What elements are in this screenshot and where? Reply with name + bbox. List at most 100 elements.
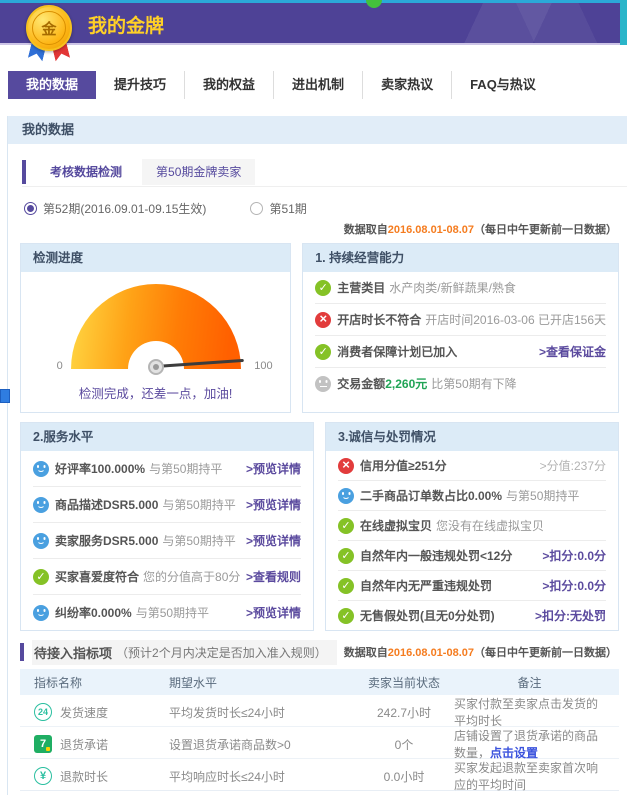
item-desc: 开店时间2016-03-06 已开店156天: [425, 311, 606, 328]
cross-icon: [315, 312, 331, 328]
panels-row-1: 检测进度 0 100 检测完成，还差一点，加油! 1. 持续经营能力 主营类目: [20, 243, 619, 413]
tab-my-rights[interactable]: 我的权益: [185, 71, 274, 99]
preview-detail-link[interactable]: >预览详情: [246, 460, 301, 477]
item-main-category: 主营类目 水产肉类/新鲜蔬果/熟食: [315, 272, 606, 304]
tab-entry-exit[interactable]: 进出机制: [274, 71, 363, 99]
item-counterfeit-penalty: 无售假处罚(且无0分处罚) >扣分:无处罚: [338, 601, 606, 630]
period-52-radio[interactable]: 第52期(2016.09.01-09.15生效): [24, 200, 206, 217]
item-desc: 与第50期持平: [136, 604, 209, 621]
item-severe-violation: 自然年内无严重违规处罚 >扣分:0.0分: [338, 571, 606, 601]
period-51-radio[interactable]: 第51期: [250, 200, 306, 217]
tab-seller-discussion[interactable]: 卖家热议: [363, 71, 452, 99]
data-note-date: 2016.08.01-08.07: [388, 647, 474, 659]
item-shop-age: 开店时长不符合 开店时间2016-03-06 已开店156天: [315, 304, 606, 336]
remark: 买家付款至卖家点击发货的平均时长: [454, 695, 605, 729]
gauge-caption: 检测完成，还差一点，加油!: [21, 383, 290, 402]
page-title: 我的金牌: [88, 11, 164, 38]
item-title: 在线虚拟宝贝: [360, 517, 432, 534]
table-row-shipping-speed: 24 发货速度 平均发货时长≤24小时 242.7小时 买家付款至卖家点击发货的…: [20, 695, 619, 727]
col-header-indicator-name: 指标名称: [34, 674, 169, 691]
item-general-violation: 自然年内一般违规处罚<12分 >扣分:0.0分: [338, 541, 606, 571]
pending-indicators-header: 待接入指标项 （预计2个月内决定是否加入准入规则） 数据取自2016.08.01…: [20, 641, 617, 663]
clock-24-icon: 24: [34, 703, 52, 721]
data-source-note: 数据取自2016.08.01-08.07（每日中午更新前一日数据）: [8, 221, 627, 237]
item-title: 买家喜爱度符合: [55, 568, 139, 585]
transaction-amount-value: 2,260元: [385, 375, 427, 392]
item-title: 消费者保障计划已加入: [337, 343, 457, 360]
col-header-remark: 备注: [454, 674, 605, 691]
table-header-row: 指标名称 期望水平 卖家当前状态 备注: [20, 669, 619, 695]
item-credit-score: 信用分值≥251分 >分值:237分: [338, 451, 606, 481]
tab-improve-skills[interactable]: 提升技巧: [96, 71, 185, 99]
check-icon: [33, 569, 49, 585]
table-row-refund-duration: ¥ 退款时长 平均响应时长≤24小时 0.0小时 买家发起退款至卖家首次响应的平…: [20, 759, 619, 790]
subtab-accent-bar: [22, 160, 26, 184]
item-desc: 您没有在线虚拟宝贝: [436, 517, 544, 534]
item-seller-service-dsr: 卖家服务DSR5.000 与第50期持平 >预览详情: [33, 523, 301, 559]
page-banner: 我的金牌: [0, 0, 627, 45]
view-rules-link[interactable]: >查看规则: [246, 568, 301, 585]
panel-service-level: 2.服务水平 好评率100.000% 与第50期持平 >预览详情 商品描述DSR…: [20, 422, 314, 631]
side-scroll-handle[interactable]: [0, 389, 10, 403]
item-desc: 您的分值高于80分: [143, 568, 240, 585]
smile-icon: [338, 488, 354, 504]
seven-day-return-icon: 7: [34, 735, 52, 753]
item-title: 卖家服务DSR5.000: [55, 532, 158, 549]
panel-integrity-penalty: 3.诚信与处罚情况 信用分值≥251分 >分值:237分 二手商品订单数占比0.…: [325, 422, 619, 631]
item-title: 信用分值≥251分: [360, 457, 447, 474]
pending-title: 待接入指标项: [34, 643, 112, 662]
tab-my-data[interactable]: 我的数据: [8, 71, 96, 99]
preview-detail-link[interactable]: >预览详情: [246, 604, 301, 621]
indicator-name: 发货速度: [60, 704, 108, 721]
check-icon: [338, 608, 354, 624]
top-cyan-strip: [0, 0, 627, 3]
check-icon: [315, 344, 331, 360]
nav-tabs: 我的数据 提升技巧 我的权益 进出机制 卖家热议 FAQ与热议: [8, 71, 627, 99]
item-title: 无售假处罚(且无0分处罚): [360, 607, 495, 624]
item-title: 开店时长不符合: [337, 311, 421, 328]
gauge-min-label: 0: [57, 360, 63, 372]
item-secondhand-ratio: 二手商品订单数占比0.00% 与第50期持平: [338, 481, 606, 511]
click-to-set-link[interactable]: 点击设置: [490, 746, 538, 760]
gauge-area: 0 100 检测完成，还差一点，加油!: [21, 272, 290, 412]
radio-unselected-icon[interactable]: [250, 202, 263, 215]
period-selector: 第52期(2016.09.01-09.15生效) 第51期: [24, 199, 627, 217]
refund-yuan-icon: ¥: [34, 767, 52, 785]
deduction-link[interactable]: >扣分:0.0分: [542, 547, 606, 564]
smile-icon: [33, 605, 49, 621]
banner-decoration: [507, 3, 627, 43]
gold-medal-icon: 金: [22, 5, 76, 63]
tab-faq[interactable]: FAQ与热议: [452, 71, 554, 99]
preview-detail-link[interactable]: >预览详情: [246, 496, 301, 513]
item-desc: 比第50期有下降: [431, 375, 516, 392]
subtab-assessment-check[interactable]: 考核数据检测: [36, 159, 136, 185]
pending-indicators-table: 指标名称 期望水平 卖家当前状态 备注 24 发货速度 平均发货时长≤24小时 …: [20, 669, 619, 791]
item-desc: 水产肉类/新鲜蔬果/熟食: [389, 279, 516, 296]
panel-integrity-title: 3.诚信与处罚情况: [326, 423, 618, 451]
smile-icon: [33, 497, 49, 513]
current-status: 0个: [354, 736, 454, 753]
neutral-face-icon: [315, 376, 331, 392]
credit-score-note: >分值:237分: [540, 457, 606, 474]
view-deposit-link[interactable]: >查看保证金: [539, 343, 606, 360]
subtab-period50-sellers[interactable]: 第50期金牌卖家: [142, 159, 255, 185]
table-row-return-promise: 7 退货承诺 设置退货承诺商品数>0 0个 店铺设置了退货承诺的商品数量，点击设…: [20, 727, 619, 759]
panel-service-title: 2.服务水平: [21, 423, 313, 451]
check-icon: [315, 280, 331, 296]
data-note-prefix: 数据取自: [344, 224, 388, 236]
deduction-link[interactable]: >扣分:0.0分: [542, 577, 606, 594]
period-52-label: 第52期(2016.09.01-09.15生效): [43, 200, 206, 217]
item-desc: 与第50期持平: [162, 532, 235, 549]
item-transaction-amount: 交易金额 2,260元 比第50期有下降: [315, 368, 606, 399]
col-header-expected-level: 期望水平: [169, 674, 354, 691]
item-title: 交易金额: [337, 375, 385, 392]
preview-detail-link[interactable]: >预览详情: [246, 532, 301, 549]
indicator-name: 退货承诺: [60, 736, 108, 753]
radio-selected-icon[interactable]: [24, 202, 37, 215]
medal-circle: 金: [26, 5, 72, 51]
data-note-suffix: （每日中午更新前一日数据）: [474, 224, 617, 236]
item-title: 自然年内无严重违规处罚: [360, 577, 492, 594]
panel-check-progress: 检测进度 0 100 检测完成，还差一点，加油!: [20, 243, 291, 413]
deduction-link[interactable]: >扣分:无处罚: [535, 607, 606, 624]
sub-tabs: 考核数据检测 第50期金牌卖家: [22, 158, 627, 187]
